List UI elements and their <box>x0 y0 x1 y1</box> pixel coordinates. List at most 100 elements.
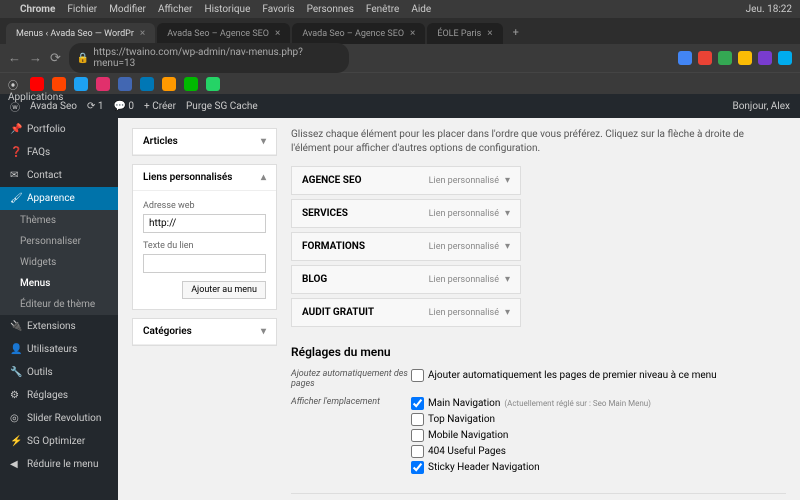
bookmark-icon[interactable] <box>74 77 88 91</box>
sidebar-label: Contact <box>27 170 62 181</box>
close-icon[interactable]: × <box>487 28 492 39</box>
sidebar-item-slider[interactable]: ◎Slider Revolution <box>0 407 118 430</box>
menu-bookmarks[interactable]: Favoris <box>262 4 294 15</box>
reload-icon[interactable]: ⟳ <box>50 51 61 66</box>
close-icon[interactable]: × <box>275 28 280 39</box>
location-checkbox-0[interactable] <box>411 397 424 410</box>
back-icon[interactable]: ← <box>8 50 21 66</box>
menu-item-type: Lien personnalisé <box>429 275 499 285</box>
menu-edit[interactable]: Modifier <box>109 4 146 15</box>
tab-2[interactable]: Avada Seo – Agence SEO× <box>292 23 425 44</box>
bookmark-icon[interactable] <box>140 77 154 91</box>
location-checkbox-3[interactable] <box>411 445 424 458</box>
sidebar-label: Extensions <box>27 321 76 332</box>
ext-icon[interactable] <box>718 51 732 65</box>
submenu-widgets[interactable]: Widgets <box>0 252 118 273</box>
add-to-menu-button[interactable]: Ajouter au menu <box>182 281 266 299</box>
ext-icon[interactable] <box>698 51 712 65</box>
panel-header-categories[interactable]: Catégories▾ <box>133 319 276 345</box>
sidebar-item-sgoptimizer[interactable]: ⚡SG Optimizer <box>0 430 118 453</box>
user-greeting[interactable]: Bonjour, Alex <box>732 101 790 112</box>
menu-item-2[interactable]: FORMATIONSLien personnalisé▾ <box>291 232 521 261</box>
panel-categories: Catégories▾ <box>132 318 277 346</box>
apps-button[interactable]: ⦿ Applications <box>8 77 22 91</box>
ext-icon[interactable] <box>758 51 772 65</box>
address-bar: ← → ⟳ 🔒https://twaino.com/wp-admin/nav-m… <box>0 44 800 72</box>
comments-badge[interactable]: 💬 0 <box>113 101 134 112</box>
close-icon[interactable]: × <box>410 28 415 39</box>
sidebar-item-settings[interactable]: ⚙Réglages <box>0 384 118 407</box>
wp-sidebar: 📌Portfolio ❓FAQs ✉Contact 🖌Apparence Thè… <box>0 118 118 500</box>
chevron-down-icon[interactable]: ▾ <box>505 208 510 219</box>
menu-view[interactable]: Afficher <box>158 4 193 15</box>
submenu-customize[interactable]: Personnaliser <box>0 231 118 252</box>
menu-item-type: Lien personnalisé <box>429 242 499 252</box>
sidebar-item-appearance[interactable]: 🖌Apparence <box>0 187 118 210</box>
sidebar-item-faqs[interactable]: ❓FAQs <box>0 141 118 164</box>
close-icon[interactable]: × <box>140 28 145 39</box>
sidebar-item-contact[interactable]: ✉Contact <box>0 164 118 187</box>
menu-item-label: BLOG <box>302 274 327 285</box>
menu-item-0[interactable]: AGENCE SEOLien personnalisé▾ <box>291 166 521 195</box>
menu-item-4[interactable]: AUDIT GRATUITLien personnalisé▾ <box>291 298 521 327</box>
clock: Jeu. 18:22 <box>746 4 792 15</box>
location-checkbox-2[interactable] <box>411 429 424 442</box>
menu-help[interactable]: Aide <box>411 4 431 15</box>
bookmark-icon[interactable] <box>96 77 110 91</box>
panel-header-custom[interactable]: Liens personnalisés▴ <box>133 165 276 191</box>
menu-people[interactable]: Personnes <box>307 4 354 15</box>
sidebar-item-extensions[interactable]: 🔌Extensions <box>0 315 118 338</box>
new-tab-button[interactable]: + <box>505 21 527 44</box>
sidebar-item-portfolio[interactable]: 📌Portfolio <box>0 118 118 141</box>
site-name[interactable]: Avada Seo <box>30 101 77 112</box>
menu-item-type: Lien personnalisé <box>429 176 499 186</box>
forward-icon[interactable]: → <box>29 50 42 66</box>
menu-item-3[interactable]: BLOG Lien personnalisé ▾ <box>291 265 521 294</box>
panel-header-articles[interactable]: Articles▾ <box>133 129 276 155</box>
chevron-down-icon[interactable]: ▾ <box>505 175 510 186</box>
submenu-menus[interactable]: Menus <box>0 273 118 294</box>
auto-add-checkbox[interactable] <box>411 369 424 382</box>
bookmark-icon[interactable] <box>162 77 176 91</box>
tab-1[interactable]: Avada Seo – Agence SEO× <box>157 23 290 44</box>
chevron-down-icon[interactable]: ▾ <box>505 307 510 318</box>
sidebar-label: FAQs <box>27 147 50 158</box>
location-checkbox-4[interactable] <box>411 461 424 474</box>
menu-history[interactable]: Historique <box>204 4 250 15</box>
url-field[interactable]: 🔒https://twaino.com/wp-admin/nav-menus.p… <box>69 43 349 73</box>
bookmark-icon[interactable] <box>206 77 220 91</box>
content-area: Articles▾ Liens personnalisés▴ Adresse w… <box>118 118 800 500</box>
bookmark-icon[interactable] <box>30 77 44 91</box>
chevron-down-icon[interactable]: ▾ <box>505 241 510 252</box>
add-items-column: Articles▾ Liens personnalisés▴ Adresse w… <box>132 128 277 500</box>
app-name[interactable]: Chrome <box>20 4 55 15</box>
bookmark-icon[interactable] <box>52 77 66 91</box>
ext-icon[interactable] <box>738 51 752 65</box>
chevron-down-icon[interactable]: ▾ <box>505 274 510 285</box>
wp-logo-icon[interactable]: ⓦ <box>10 99 20 114</box>
menu-file[interactable]: Fichier <box>67 4 97 15</box>
menu-window[interactable]: Fenêtre <box>366 4 399 15</box>
sidebar-item-tools[interactable]: 🔧Outils <box>0 361 118 384</box>
menu-structure-column: Glissez chaque élément pour les placer d… <box>291 128 786 500</box>
url-input[interactable] <box>143 214 266 233</box>
panel-title: Catégories <box>143 326 192 337</box>
bookmark-icon[interactable] <box>118 77 132 91</box>
tab-3[interactable]: ÉOLE Paris× <box>427 23 502 44</box>
panel-title: Articles <box>143 136 178 147</box>
purge-cache[interactable]: Purge SG Cache <box>186 101 258 112</box>
tab-0[interactable]: Menus ‹ Avada Seo — WordPr× <box>6 23 155 44</box>
ext-icon[interactable] <box>678 51 692 65</box>
menu-item-1[interactable]: SERVICESLien personnalisé▾ <box>291 199 521 228</box>
ext-icon[interactable] <box>778 51 792 65</box>
link-text-input[interactable] <box>143 254 266 273</box>
location-checkbox-1[interactable] <box>411 413 424 426</box>
url-label: Adresse web <box>143 201 266 211</box>
submenu-themes[interactable]: Thèmes <box>0 210 118 231</box>
submenu-theme-editor[interactable]: Éditeur de thème <box>0 294 118 315</box>
sidebar-item-users[interactable]: 👤Utilisateurs <box>0 338 118 361</box>
sidebar-collapse[interactable]: ◀Réduire le menu <box>0 453 118 476</box>
new-content[interactable]: + Créer <box>144 101 176 112</box>
updates-badge[interactable]: ⟳ 1 <box>87 101 103 112</box>
bookmark-icon[interactable] <box>184 77 198 91</box>
